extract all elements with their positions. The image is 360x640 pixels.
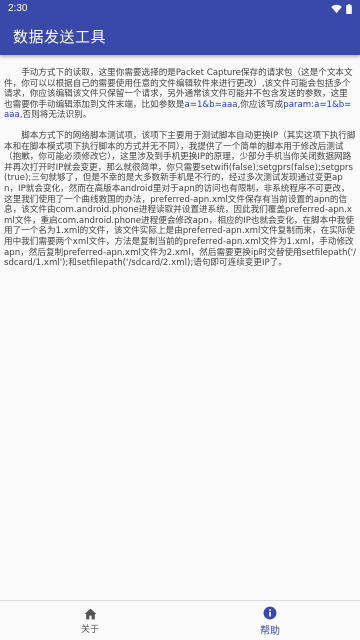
help-paragraph-manual: 手动方式下的读取，这里你需要选择的是Packet Capture保存的请求包（这… (4, 68, 356, 121)
nav-item-help[interactable]: 帮助 (180, 601, 360, 640)
nav-item-about[interactable]: 关于 (0, 601, 180, 640)
param-example: a=1&b=aaa (184, 99, 238, 110)
help-content: 手动方式下的读取，这里你需要选择的是Packet Capture保存的请求包（这… (0, 55, 360, 600)
app-bar: 数据发送工具 (0, 17, 360, 55)
battery-icon (346, 3, 352, 14)
nav-label-help: 帮助 (260, 626, 280, 637)
wifi-icon (331, 4, 342, 14)
status-time: 2:30 (8, 3, 28, 14)
info-icon (263, 606, 277, 620)
paragraph-text: ,你应该写成 (237, 99, 284, 110)
bottom-navigation: 关于 帮助 (0, 600, 360, 640)
status-icons (331, 3, 352, 14)
status-bar: 2:30 (0, 0, 360, 17)
nav-label-about: 关于 (80, 625, 99, 635)
help-paragraph-script: 脚本方式下的网络脚本测试项，该项下主要用于测试脚本自动更换IP（其实这项下执行脚… (4, 130, 357, 269)
home-icon (84, 608, 97, 620)
app-title: 数据发送工具 (13, 27, 107, 46)
paragraph-text: ,否则将无法识别。 (19, 110, 92, 121)
